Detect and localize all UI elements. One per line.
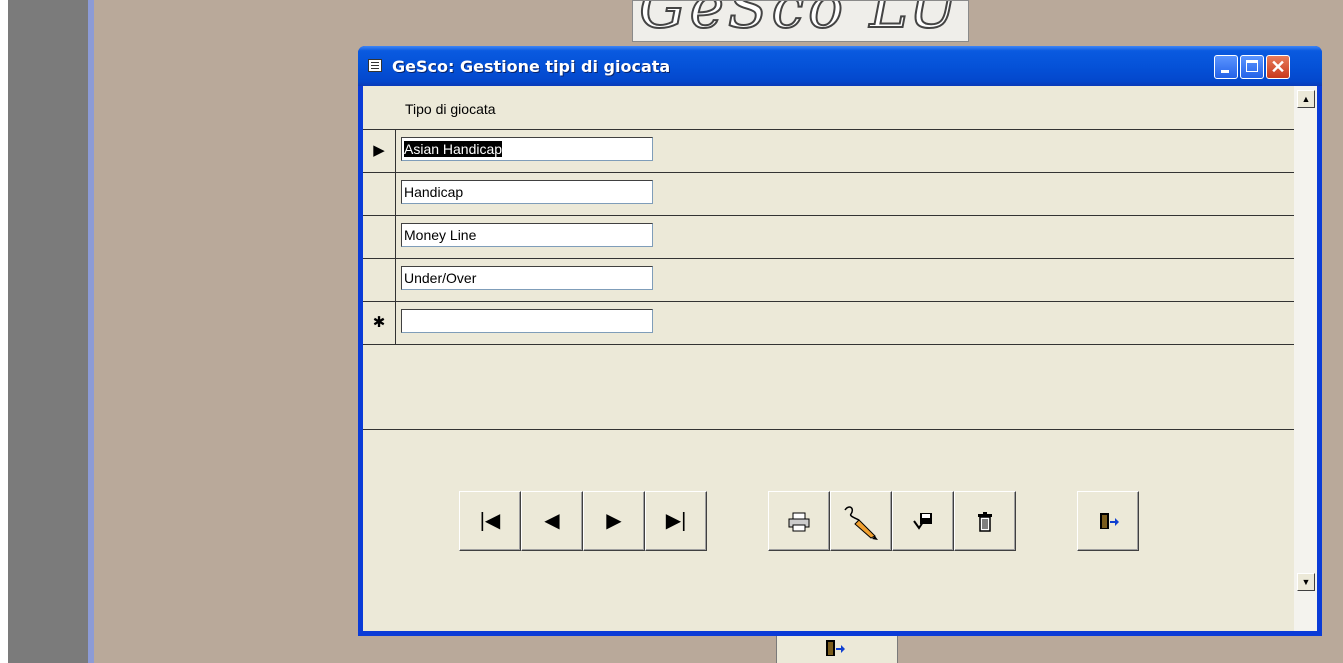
close-form-button[interactable] — [1077, 491, 1139, 551]
main-window: GeSco: Gestione tipi di giocata ✕ Tipo d… — [358, 46, 1322, 636]
next-record-button[interactable]: ▶ — [583, 491, 645, 551]
first-record-button[interactable]: |◀ — [459, 491, 521, 551]
tipo-giocata-new-field[interactable] — [401, 309, 653, 333]
record-selector[interactable] — [363, 215, 395, 258]
table-row: ▶ Asian Handicap — [363, 129, 1294, 173]
scroll-up-button[interactable]: ▲ — [1297, 90, 1315, 108]
background-left-panel — [8, 0, 88, 663]
title-bar[interactable]: GeSco: Gestione tipi di giocata ✕ — [358, 46, 1322, 86]
background-logo: GeSco LU — [632, 0, 969, 42]
delete-button[interactable] — [954, 491, 1016, 551]
tipo-giocata-field[interactable]: Money Line — [401, 223, 653, 247]
arrow-down-icon: ▼ — [1301, 577, 1311, 587]
close-icon: ✕ — [1270, 57, 1286, 77]
record-selector[interactable] — [363, 258, 395, 301]
background-border — [88, 0, 94, 663]
print-button[interactable] — [768, 491, 830, 551]
scroll-down-button[interactable]: ▼ — [1297, 573, 1315, 591]
previous-record-button[interactable]: ◀ — [521, 491, 583, 551]
print-icon — [788, 512, 810, 532]
arrow-up-icon: ▲ — [1301, 94, 1311, 104]
form-body: Tipo di giocata ▶ Asian Handicap Handica… — [363, 86, 1317, 631]
logo-text: GeSco LU — [638, 0, 962, 41]
close-button[interactable]: ✕ — [1266, 55, 1290, 79]
form-icon — [368, 59, 382, 72]
vertical-scrollbar[interactable]: ▲ ▼ — [1294, 86, 1317, 631]
next-record-icon: ▶ — [606, 510, 622, 532]
edit-pencil-icon — [844, 506, 878, 540]
table-row: Handicap — [363, 172, 1294, 216]
minimize-button[interactable] — [1214, 55, 1238, 79]
record-selector[interactable] — [363, 172, 395, 215]
column-header-tipo: Tipo di giocata — [405, 101, 496, 117]
save-icon — [913, 512, 932, 530]
edit-button[interactable] — [830, 491, 892, 551]
current-record-indicator[interactable]: ▶ — [363, 129, 395, 172]
column-header-row: Tipo di giocata — [363, 86, 1294, 130]
maximize-button[interactable] — [1240, 55, 1264, 79]
first-record-icon: |◀ — [479, 510, 501, 532]
background-exit-button[interactable] — [776, 632, 898, 663]
new-record-indicator[interactable]: ✱ — [363, 301, 395, 344]
exit-icon — [1100, 512, 1119, 529]
footer-divider — [363, 429, 1294, 430]
table-row-new: ✱ — [363, 301, 1294, 345]
exit-door-icon — [826, 640, 845, 656]
window-title: GeSco: Gestione tipi di giocata — [392, 57, 671, 76]
save-button[interactable] — [892, 491, 954, 551]
previous-record-icon: ◀ — [544, 510, 560, 532]
tipo-giocata-field[interactable]: Handicap — [401, 180, 653, 204]
last-record-icon: ▶| — [665, 510, 687, 532]
last-record-button[interactable]: ▶| — [645, 491, 707, 551]
trash-icon — [978, 511, 992, 532]
tipo-giocata-field[interactable]: Asian Handicap — [401, 137, 653, 161]
table-row: Under/Over — [363, 258, 1294, 302]
table-row: Money Line — [363, 215, 1294, 259]
tipo-giocata-field[interactable]: Under/Over — [401, 266, 653, 290]
